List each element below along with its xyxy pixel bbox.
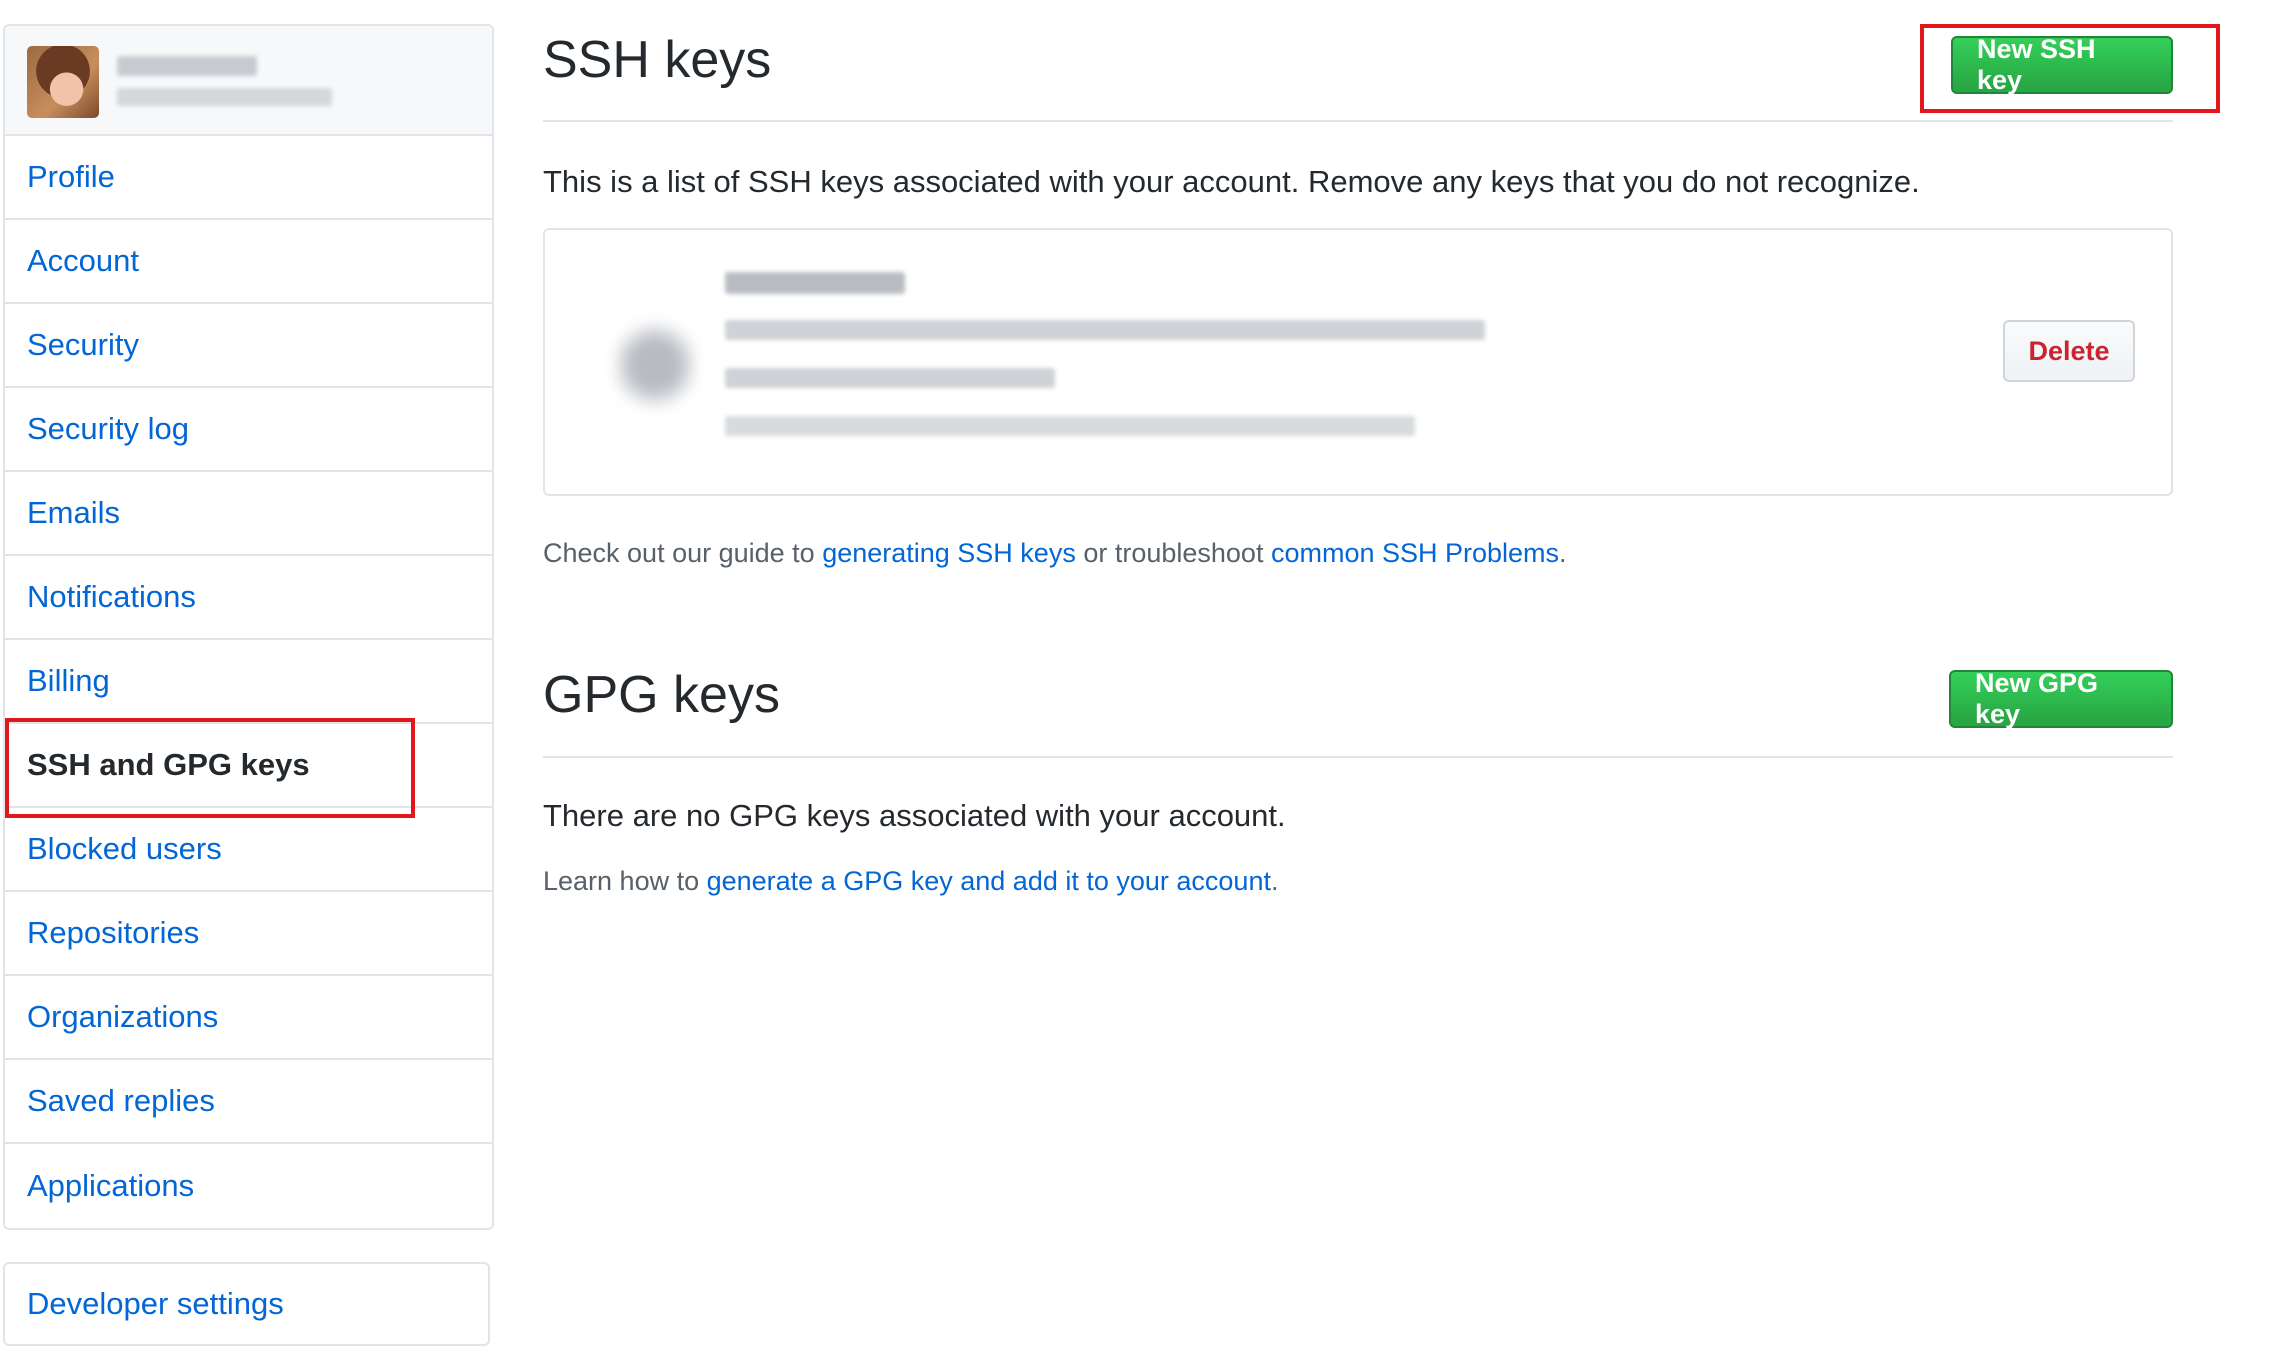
learn-prefix: Learn how to [543,866,707,896]
user-header [5,26,492,136]
guide-suffix: . [1559,538,1567,568]
ssh-guide-text: Check out our guide to generating SSH ke… [543,538,1567,569]
key-last-used-blurred [725,416,1415,436]
learn-suffix: . [1270,866,1279,896]
sidebar-item-profile[interactable]: Profile [5,136,492,220]
sidebar-item-billing[interactable]: Billing [5,640,492,724]
sidebar-item-blocked-users[interactable]: Blocked users [5,808,492,892]
developer-settings-link[interactable]: Developer settings [3,1262,490,1346]
gpg-learn-text: Learn how to generate a GPG key and add … [543,866,1278,897]
ssh-description: This is a list of SSH keys associated wi… [543,164,1920,199]
sidebar-item-applications[interactable]: Applications [5,1144,492,1228]
generating-ssh-keys-link[interactable]: generating SSH keys [822,538,1076,568]
key-icon [615,300,695,430]
sidebar-item-notifications[interactable]: Notifications [5,556,492,640]
sidebar-item-saved-replies[interactable]: Saved replies [5,1060,492,1144]
common-ssh-problems-link[interactable]: common SSH Problems [1271,538,1559,568]
ssh-key-item: Delete [543,228,2173,496]
key-fingerprint-blurred [725,320,1485,340]
settings-sidebar: Profile Account Security Security log Em… [3,24,494,1230]
avatar[interactable] [27,46,99,118]
sidebar-item-security-log[interactable]: Security log [5,388,492,472]
sidebar-item-account[interactable]: Account [5,220,492,304]
delete-ssh-key-button[interactable]: Delete [2003,320,2135,382]
gpg-keys-title: GPG keys [543,666,780,724]
sidebar-item-security[interactable]: Security [5,304,492,388]
sidebar-item-emails[interactable]: Emails [5,472,492,556]
user-subtitle-blurred [117,88,332,106]
guide-middle: or troubleshoot [1075,538,1271,568]
sidebar-item-organizations[interactable]: Organizations [5,976,492,1060]
new-ssh-key-button[interactable]: New SSH key [1951,34,2173,95]
gpg-divider [543,756,2173,758]
key-title-blurred [725,272,905,294]
ssh-keys-title: SSH keys [543,31,772,89]
ssh-divider [543,120,2173,122]
guide-prefix: Check out our guide to [543,538,823,568]
gpg-empty-text: There are no GPG keys associated with yo… [543,798,1286,833]
username-blurred [117,56,257,76]
sidebar-item-repositories[interactable]: Repositories [5,892,492,976]
generate-gpg-key-link[interactable]: generate a GPG key and add it to your ac… [707,866,1271,896]
key-added-blurred [725,368,1055,388]
sidebar-item-ssh-gpg-keys[interactable]: SSH and GPG keys [5,724,492,808]
new-gpg-key-button[interactable]: New GPG key [1949,668,2173,729]
